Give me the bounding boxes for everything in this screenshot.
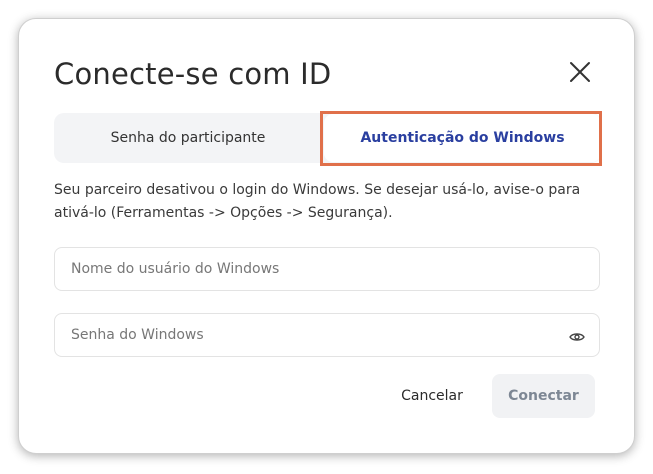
auth-tabs: Senha do participante Autenticação do Wi…: [54, 113, 601, 163]
windows-username-field: [54, 247, 600, 291]
info-message: Seu parceiro desativou o login do Window…: [54, 182, 581, 221]
tab-label: Senha do participante: [110, 130, 266, 146]
windows-password-field: [54, 313, 600, 357]
close-icon[interactable]: [567, 59, 593, 85]
tab-windows-authentication[interactable]: Autenticação do Windows: [324, 114, 601, 162]
eye-icon[interactable]: [569, 329, 585, 343]
tab-participant-password[interactable]: Senha do participante: [54, 113, 322, 163]
dialog-title: Conecte-se com ID: [54, 57, 332, 91]
cancel-button[interactable]: Cancelar: [386, 375, 478, 417]
connect-with-id-dialog: Conecte-se com ID Senha do participante …: [18, 18, 635, 454]
connect-button[interactable]: Conectar: [492, 374, 595, 418]
tab-label: Autenticação do Windows: [360, 130, 565, 146]
windows-password-input[interactable]: [55, 314, 599, 356]
windows-username-input[interactable]: [55, 248, 599, 290]
